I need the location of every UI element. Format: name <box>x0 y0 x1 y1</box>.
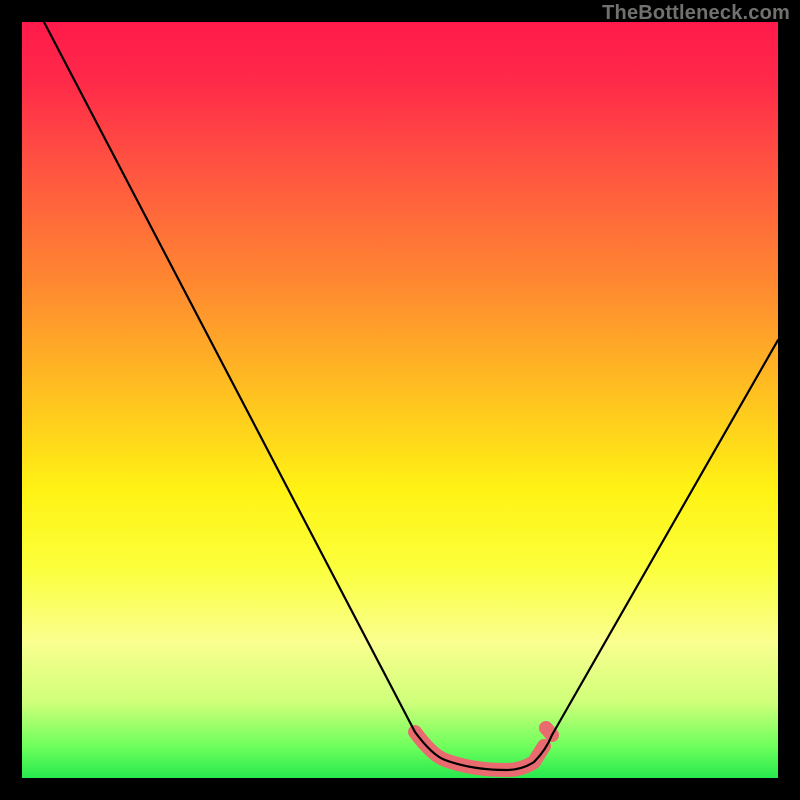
bottleneck-curve <box>44 22 778 770</box>
watermark-text: TheBottleneck.com <box>602 2 790 25</box>
chart-svg <box>22 22 778 778</box>
chart-frame: TheBottleneck.com <box>0 0 800 800</box>
